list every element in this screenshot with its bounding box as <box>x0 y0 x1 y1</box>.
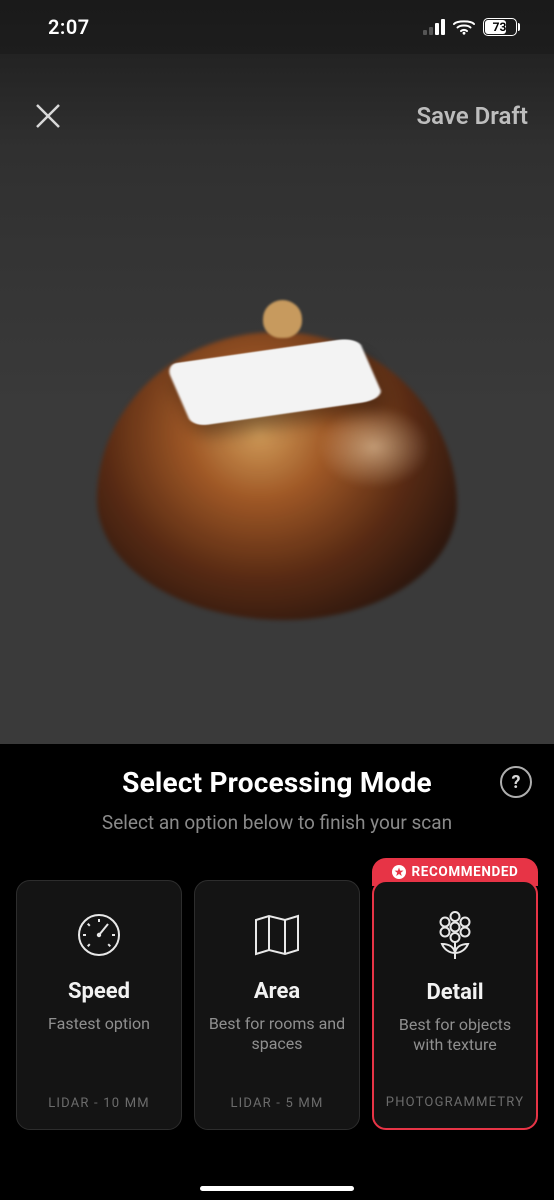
sheet-title: Select Processing Mode <box>16 766 538 799</box>
battery-percent: 73 <box>484 21 516 33</box>
flower-icon <box>432 908 478 964</box>
help-icon: ? <box>512 772 521 793</box>
recommended-label: RECOMMENDED <box>412 864 519 880</box>
mode-card-speed[interactable]: Speed Fastest option LIDAR - 10 MM <box>16 880 182 1130</box>
mode-meta: LIDAR - 10 MM <box>48 1080 150 1111</box>
mode-card-speed-wrap: Speed Fastest option LIDAR - 10 MM <box>16 880 182 1130</box>
status-bar: 2:07 73 <box>0 0 554 54</box>
processing-mode-sheet: Select Processing Mode ? Select an optio… <box>0 744 554 1200</box>
mode-meta: LIDAR - 5 MM <box>230 1080 323 1111</box>
mode-name: Area <box>254 979 300 1004</box>
close-button[interactable] <box>28 96 68 136</box>
home-indicator[interactable] <box>200 1186 354 1191</box>
wifi-icon <box>453 19 475 35</box>
scan-preview-image[interactable] <box>97 300 457 620</box>
star-icon <box>392 865 406 879</box>
mode-description: Best for rooms and spaces <box>205 1014 349 1056</box>
status-indicators: 73 <box>423 18 521 36</box>
top-bar: Save Draft <box>0 96 554 136</box>
close-icon <box>34 102 62 130</box>
help-button[interactable]: ? <box>500 766 532 798</box>
mode-card-detail-wrap: RECOMMENDED <box>372 858 538 1130</box>
scan-preview-area[interactable]: 2:07 73 <box>0 0 554 744</box>
mode-description: Best for objects with texture <box>384 1015 526 1057</box>
cellular-signal-icon <box>423 19 445 35</box>
mode-name: Detail <box>426 980 483 1005</box>
mode-card-area[interactable]: Area Best for rooms and spaces LIDAR - 5… <box>194 880 360 1130</box>
mode-meta: PHOTOGRAMMETRY <box>386 1079 524 1110</box>
battery-indicator: 73 <box>483 18 521 36</box>
speed-gauge-icon <box>75 907 123 963</box>
mode-description: Fastest option <box>46 1014 152 1056</box>
mode-card-area-wrap: Area Best for rooms and spaces LIDAR - 5… <box>194 880 360 1130</box>
mode-name: Speed <box>68 979 130 1004</box>
status-time: 2:07 <box>48 15 90 39</box>
mode-card-detail[interactable]: Detail Best for objects with texture PHO… <box>372 880 538 1130</box>
sheet-header: Select Processing Mode ? <box>16 766 538 799</box>
save-draft-button[interactable]: Save Draft <box>417 102 528 130</box>
mode-cards: Speed Fastest option LIDAR - 10 MM Area … <box>16 880 538 1130</box>
map-icon <box>252 907 302 963</box>
sheet-subtitle: Select an option below to finish your sc… <box>16 811 538 834</box>
